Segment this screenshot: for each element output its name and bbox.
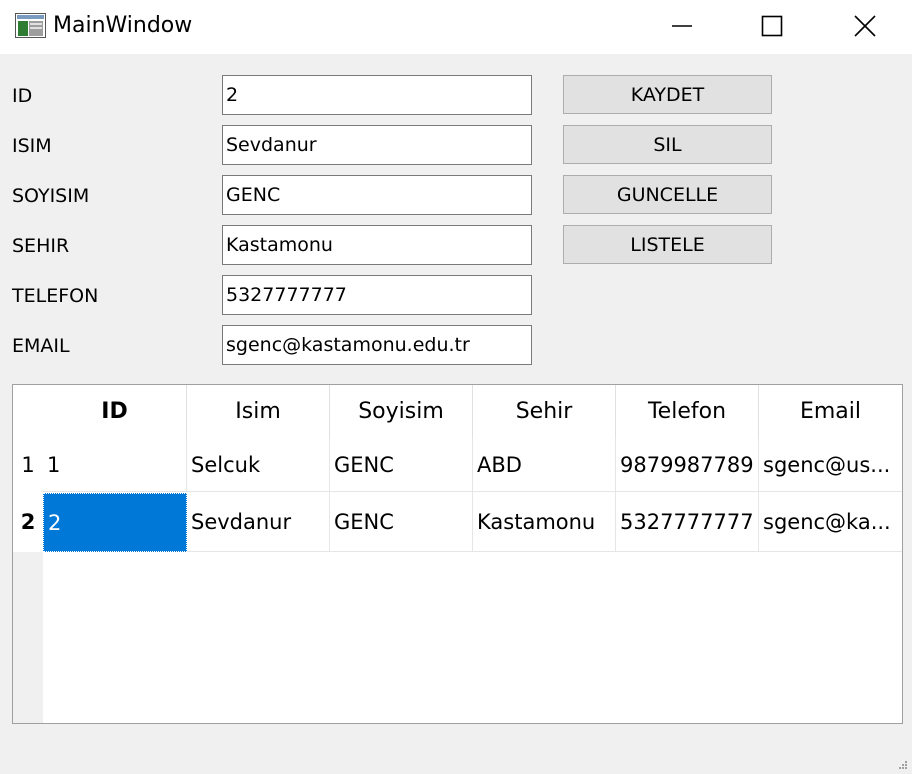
sil-button[interactable]: SIL [563, 125, 772, 164]
maximize-button[interactable] [726, 0, 818, 52]
table-cell[interactable]: Kastamonu [473, 492, 616, 552]
app-icon [15, 13, 46, 38]
table-cell-selected[interactable]: 2 [43, 493, 187, 552]
table-cell[interactable]: Selcuk [187, 438, 330, 492]
table-cell[interactable]: GENC [330, 492, 473, 552]
data-grid[interactable]: ID Isim Soyisim Sehir Telefon Email 1 1 … [12, 384, 903, 724]
row-header-1[interactable]: 1 [13, 438, 43, 492]
telefon-label: TELEFON [12, 285, 99, 307]
maximize-icon [761, 15, 783, 37]
column-header-sehir[interactable]: Sehir [473, 385, 616, 438]
telefon-input[interactable] [222, 275, 532, 315]
column-header-soyisim[interactable]: Soyisim [330, 385, 473, 438]
column-header-id[interactable]: ID [43, 385, 187, 438]
row-header-2[interactable]: 2 [13, 492, 43, 552]
soyisim-label: SOYISIM [12, 185, 90, 207]
email-input[interactable] [222, 325, 532, 365]
close-icon [854, 15, 876, 37]
guncelle-button[interactable]: GUNCELLE [563, 175, 772, 214]
table-cell[interactable]: sgenc@ka... [759, 492, 902, 552]
soyisim-input[interactable] [222, 175, 532, 215]
sehir-input[interactable] [222, 225, 532, 265]
id-input[interactable] [222, 75, 532, 115]
resize-grip-icon[interactable] [898, 760, 908, 770]
table-cell[interactable]: ABD [473, 438, 616, 492]
minimize-button[interactable] [636, 0, 728, 52]
table-cell[interactable]: GENC [330, 438, 473, 492]
isim-label: ISIM [12, 135, 52, 157]
title-bar[interactable]: MainWindow [0, 0, 912, 54]
table-cell[interactable]: 1 [43, 438, 187, 492]
minimize-icon [672, 25, 692, 27]
column-header-isim[interactable]: Isim [187, 385, 330, 438]
table-cell[interactable]: 5327777777 [616, 492, 759, 552]
window-title: MainWindow [53, 13, 193, 38]
grid-corner[interactable] [13, 385, 43, 438]
listele-button[interactable]: LISTELE [563, 225, 772, 264]
table-cell[interactable]: 9879987789 [616, 438, 759, 492]
table-cell[interactable]: sgenc@us... [759, 438, 902, 492]
email-label: EMAIL [12, 335, 70, 357]
column-header-email[interactable]: Email [759, 385, 902, 438]
table-cell[interactable]: Sevdanur [187, 492, 330, 552]
column-header-telefon[interactable]: Telefon [616, 385, 759, 438]
close-button[interactable] [819, 0, 911, 52]
kaydet-button[interactable]: KAYDET [563, 75, 772, 114]
sehir-label: SEHIR [12, 235, 70, 257]
isim-input[interactable] [222, 125, 532, 165]
id-label: ID [12, 85, 33, 107]
